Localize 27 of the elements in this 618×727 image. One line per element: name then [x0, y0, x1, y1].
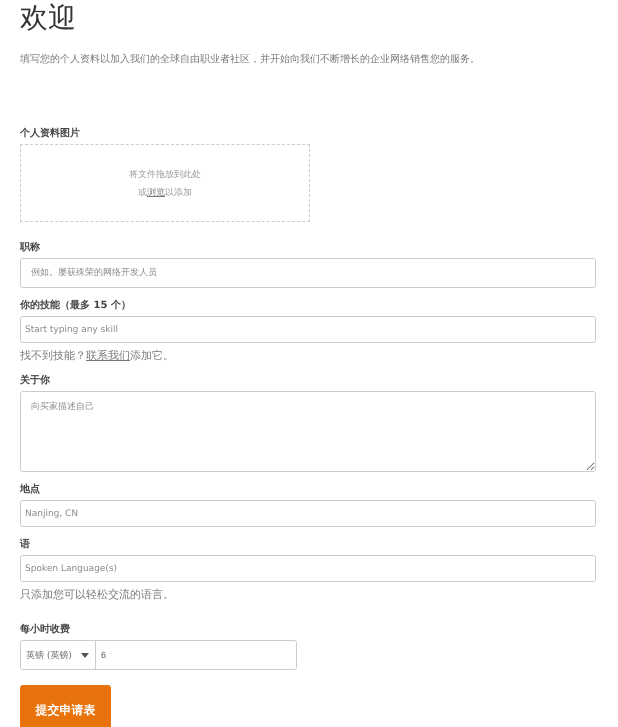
browse-prefix: 或 — [138, 188, 147, 198]
field-label: 语 — [20, 538, 30, 551]
input-field[interactable]: 例如。屡获殊荣的网络开发人员 — [20, 258, 596, 288]
caret-icon — [81, 652, 89, 658]
input-field[interactable]: Start typing any skill — [20, 316, 596, 343]
field-label: 关于你 — [20, 374, 50, 387]
photo-dropzone[interactable]: 将文件拖放到此处 或浏览以添加 — [20, 144, 310, 222]
page-title: 欢迎 — [20, 0, 76, 36]
browse-link[interactable]: 浏览 — [147, 188, 165, 198]
field-label: 每小时收费 — [20, 622, 70, 636]
input-field[interactable]: Spoken Language(s) — [20, 555, 596, 582]
submit-button[interactable]: 提交申请表 — [20, 685, 111, 727]
contact-link[interactable]: 联系我们 — [86, 349, 130, 362]
text-area[interactable]: 向买家描述自己 — [20, 391, 596, 472]
field-label: 个人资料图片 — [20, 126, 80, 140]
field-label: 地点 — [20, 482, 40, 496]
input-field[interactable]: Nanjing, CN — [20, 500, 596, 527]
rate-field[interactable]: 6 — [96, 640, 297, 670]
help-text: 只添加您可以轻松交流的语言。 — [20, 588, 174, 601]
help-text: 添加它。 — [130, 349, 174, 362]
field-label: 你的技能（最多 15 个） — [20, 298, 131, 312]
help-text: 找不到技能？ — [20, 349, 86, 362]
currency-select[interactable]: 英镑 (英镑) — [20, 640, 96, 670]
drop-text: 将文件拖放到此处 — [129, 168, 201, 180]
field-label: 职称 — [20, 240, 40, 254]
browse-suffix: 以添加 — [165, 188, 192, 198]
intro-text: 填写您的个人资料以加入我们的全球自由职业者社区，并开始向我们不断增长的企业网络销售您的服务。 — [20, 52, 480, 66]
